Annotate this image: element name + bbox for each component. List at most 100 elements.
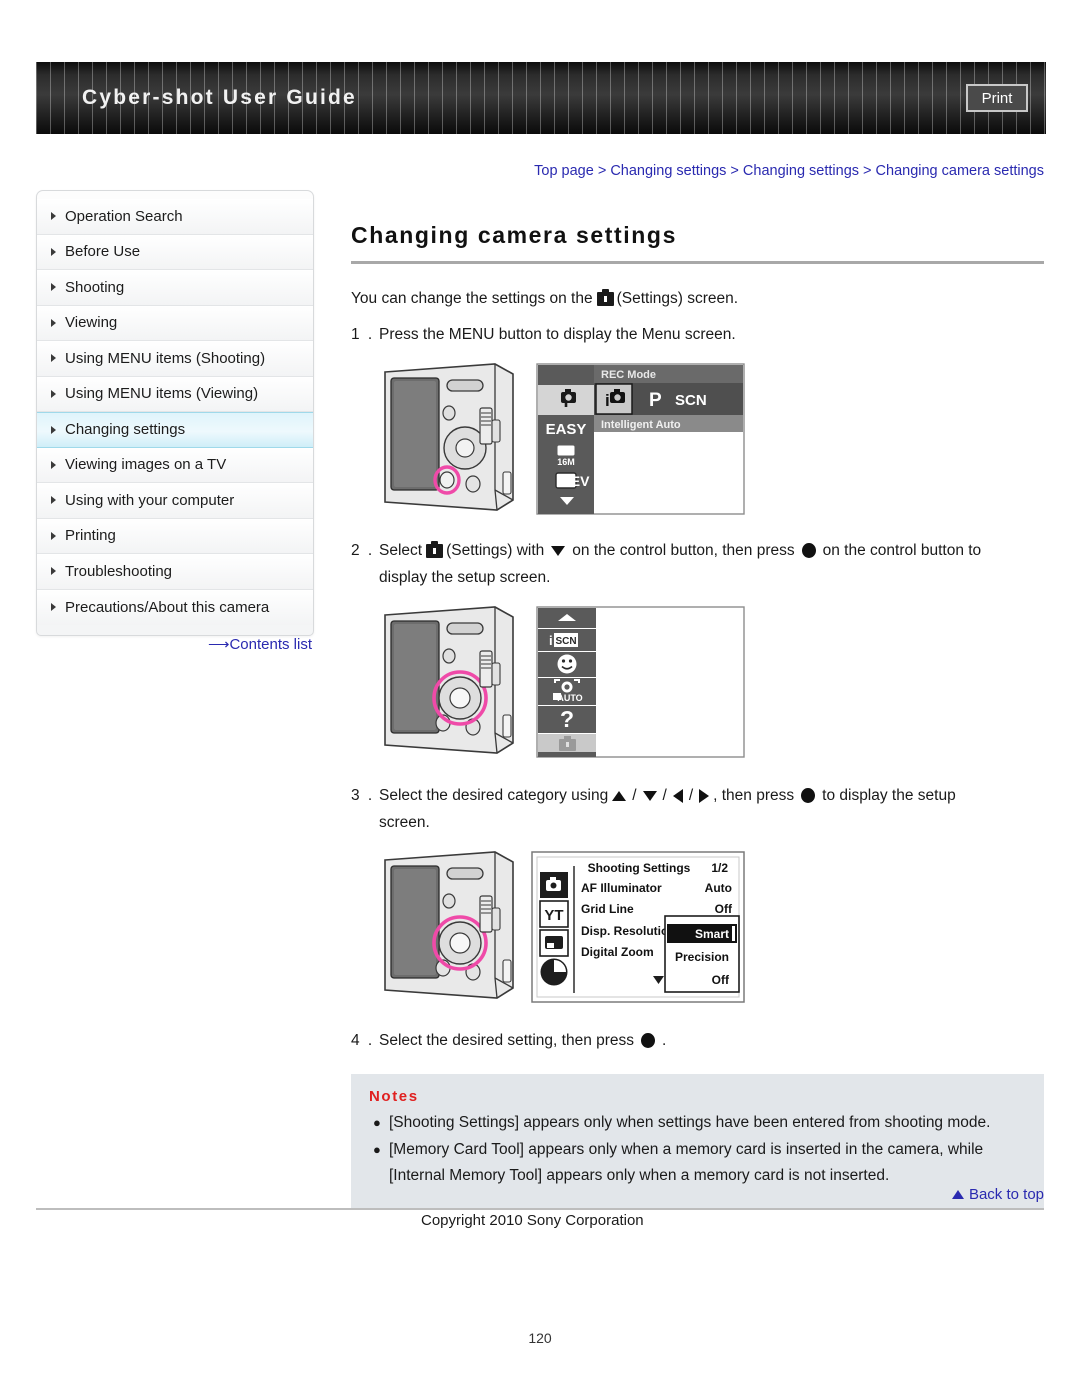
step-2-part4: on the control button to bbox=[822, 542, 982, 559]
sidebar-item-printing[interactable]: Printing bbox=[37, 518, 313, 554]
main-content: Changing camera settings You can change … bbox=[351, 222, 1044, 1208]
scroll-down-icon bbox=[560, 497, 574, 505]
separator-slash: / bbox=[662, 787, 667, 804]
sidebar-item-precautions[interactable]: Precautions/About this camera bbox=[37, 589, 313, 625]
notes-title: Notes bbox=[369, 1088, 419, 1105]
intelligent-auto-label: Intelligent Auto bbox=[601, 419, 681, 431]
bullet-arrow-icon bbox=[51, 354, 56, 363]
sidebar-item-using-menu-viewing[interactable]: Using MENU items (Viewing) bbox=[37, 376, 313, 412]
step-3-part3: to display the setup bbox=[822, 787, 956, 804]
site-header: Cyber-shot User Guide Print bbox=[36, 62, 1046, 134]
sidebar-item-viewing[interactable]: Viewing bbox=[37, 305, 313, 341]
back-to-top-link[interactable]: Back to top bbox=[351, 1186, 1044, 1203]
bullet-arrow-icon bbox=[51, 425, 56, 434]
sidebar-item-label: Operation Search bbox=[65, 207, 183, 225]
settings-screen-title: Shooting Settings bbox=[588, 861, 691, 875]
sidebar-item-label: Changing settings bbox=[65, 421, 186, 439]
arrow-left-icon bbox=[672, 788, 683, 803]
step-2-part1: Select bbox=[379, 542, 423, 559]
svg-text:YT: YT bbox=[544, 907, 563, 924]
center-button-icon bbox=[801, 788, 816, 803]
center-button-icon bbox=[801, 543, 816, 558]
lcd-settings-screen: YT Shooting Settings 1/2 AF Illuminator … bbox=[531, 851, 745, 1003]
figure-1-svg: i EASY 16M bbox=[384, 363, 745, 515]
note-item: ● [Memory Card Tool] appears only when a… bbox=[369, 1137, 1026, 1189]
row-label-af-illuminator: AF Illuminator bbox=[581, 881, 662, 895]
sidebar-item-operation-search[interactable]: Operation Search bbox=[37, 199, 313, 235]
center-button-icon bbox=[641, 1033, 656, 1048]
sidebar-item-shooting[interactable]: Shooting bbox=[37, 270, 313, 306]
step-1-text: Press the MENU button to display the Men… bbox=[379, 326, 736, 343]
bullet-dot-icon: ● bbox=[373, 1115, 381, 1130]
row-label-disp-resolution: Disp. Resolution bbox=[581, 924, 676, 938]
right-arrow-icon: ⟶ bbox=[207, 636, 229, 653]
step-4-body: Select the desired setting, then press . bbox=[379, 1027, 1044, 1054]
sidebar-nav: Operation Search Before Use Shooting Vie… bbox=[36, 190, 314, 636]
bullet-arrow-icon bbox=[51, 603, 56, 612]
camera-illustration-1 bbox=[384, 363, 514, 511]
contents-list-label: Contents list bbox=[229, 636, 312, 653]
back-to-top-label: Back to top bbox=[968, 1186, 1044, 1203]
settings-page-indicator: 1/2 bbox=[711, 861, 728, 875]
sidebar-item-label: Viewing bbox=[65, 314, 118, 332]
step-3-number: 3 . bbox=[351, 787, 375, 804]
row-value-af-illuminator: Auto bbox=[705, 881, 732, 895]
copyright-text: Copyright 2010 Sony Corporation bbox=[421, 1212, 644, 1229]
sidebar-item-label: Viewing images on a TV bbox=[65, 456, 227, 474]
step-3-part4: screen. bbox=[379, 814, 430, 831]
step-4-part2: . bbox=[662, 1032, 667, 1049]
auto-label: AUTO bbox=[557, 693, 582, 703]
step-2-body: Select (Settings) with on the control bu… bbox=[379, 537, 1044, 591]
step-3-body: Select the desired category using / / / … bbox=[379, 782, 1044, 836]
step-2-part2: (Settings) with bbox=[446, 542, 545, 559]
sidebar-item-troubleshooting[interactable]: Troubleshooting bbox=[37, 554, 313, 590]
step-2-part5: display the setup screen. bbox=[379, 569, 551, 586]
scene-mode-label: SCN bbox=[555, 636, 576, 647]
row-label-digital-zoom: Digital Zoom bbox=[581, 945, 654, 959]
figure-2-svg: i SCN AUTO ? bbox=[384, 606, 745, 758]
step-2: 2 . Select (Settings) with on the contro… bbox=[351, 537, 1044, 591]
lcd-menu-screen-2: i SCN AUTO ? bbox=[536, 606, 745, 758]
sidebar-item-before-use[interactable]: Before Use bbox=[37, 234, 313, 270]
image-size-label: 16M bbox=[557, 457, 575, 467]
breadcrumb[interactable]: Top page > Changing settings > Changing … bbox=[36, 163, 1044, 179]
separator-slash: / bbox=[688, 787, 694, 804]
row-value-grid-line: Off bbox=[715, 902, 733, 916]
intro-paragraph: You can change the settings on the (Sett… bbox=[351, 286, 1044, 312]
sidebar-item-label: Before Use bbox=[65, 243, 141, 261]
row-label-grid-line: Grid Line bbox=[581, 902, 634, 916]
title-divider bbox=[351, 261, 1044, 264]
bullet-arrow-icon bbox=[51, 389, 56, 398]
figure-settings-menu: i SCN AUTO ? bbox=[377, 603, 1044, 768]
print-button[interactable]: Print bbox=[966, 84, 1028, 112]
step-1: 1 . Press the MENU button to display the… bbox=[351, 321, 1044, 348]
step-3-part2: , then press bbox=[713, 787, 795, 804]
step-2-number: 2 . bbox=[351, 542, 375, 559]
step-3: 3 . Select the desired category using / … bbox=[351, 782, 1044, 836]
sidebar-item-changing-settings[interactable]: Changing settings bbox=[37, 412, 313, 448]
contents-list-link[interactable]: ⟶ Contents list bbox=[36, 635, 314, 653]
bullet-arrow-icon bbox=[51, 212, 56, 221]
sidebar-item-label: Using MENU items (Viewing) bbox=[65, 385, 259, 403]
site-title: Cyber-shot User Guide bbox=[82, 86, 357, 109]
bullet-arrow-icon bbox=[51, 567, 56, 576]
triangle-up-icon bbox=[951, 1190, 964, 1199]
bullet-arrow-icon bbox=[51, 531, 56, 540]
figure-menu-screen: i EASY 16M bbox=[377, 360, 1044, 523]
settings-toolbox-icon bbox=[596, 289, 614, 306]
arrow-down-icon bbox=[642, 790, 657, 801]
mode-p-label: P bbox=[649, 390, 662, 411]
arrow-up-icon bbox=[612, 790, 627, 801]
mode-scn-label: SCN bbox=[675, 392, 707, 409]
smile-icon bbox=[557, 654, 577, 674]
sidebar-item-using-menu-shooting[interactable]: Using MENU items (Shooting) bbox=[37, 341, 313, 377]
step-4-number: 4 . bbox=[351, 1032, 375, 1049]
note-item: ● [Shooting Settings] appears only when … bbox=[369, 1110, 1026, 1136]
step-4-part1: Select the desired setting, then press bbox=[379, 1032, 635, 1049]
camera-illustration-2 bbox=[384, 606, 514, 754]
rec-mode-header: REC Mode bbox=[601, 369, 656, 381]
sidebar-item-viewing-images-tv[interactable]: Viewing images on a TV bbox=[37, 447, 313, 483]
sidebar-item-using-with-computer[interactable]: Using with your computer bbox=[37, 483, 313, 519]
note-text: [Shooting Settings] appears only when se… bbox=[389, 1114, 991, 1131]
page-title: Changing camera settings bbox=[351, 222, 677, 248]
